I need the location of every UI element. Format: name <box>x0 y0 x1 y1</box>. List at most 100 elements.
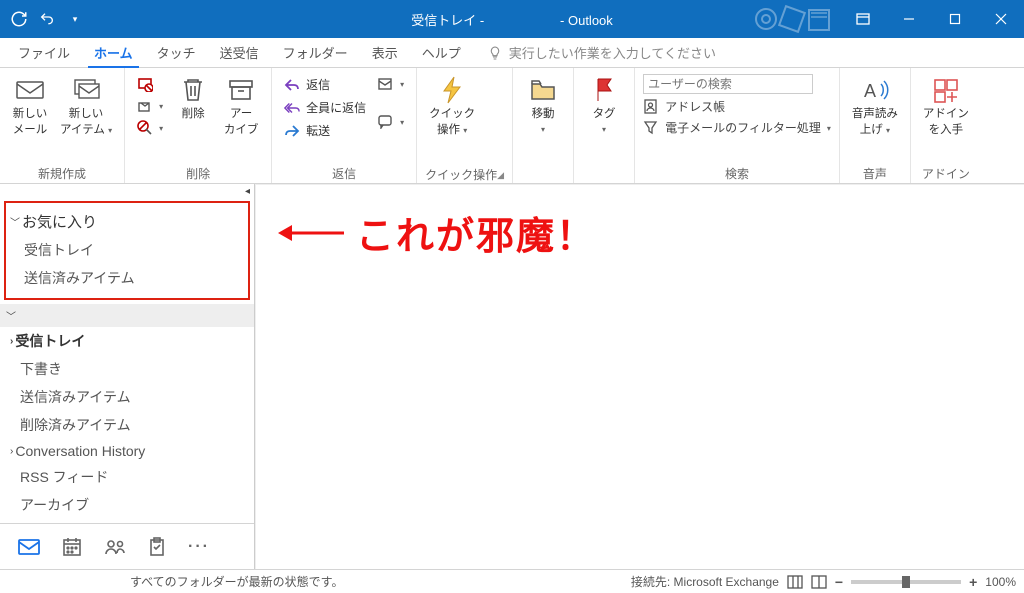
folder-rss[interactable]: RSS フィード <box>0 463 254 491</box>
folder-archive[interactable]: アーカイブ <box>0 491 254 519</box>
flag-icon <box>588 74 620 106</box>
addin-icon <box>930 74 962 106</box>
tab-folder[interactable]: フォルダー <box>271 38 360 67</box>
forward-icon <box>284 123 300 139</box>
ribbon: 新しい メール 新しい アイテム ▾ 新規作成 ▾ ▾ <box>0 68 1024 184</box>
move-icon <box>527 74 559 106</box>
view-normal-icon[interactable] <box>787 575 803 589</box>
title-decoration <box>754 0 834 38</box>
ribbon-group-speech-label: 音声 <box>848 163 902 183</box>
reply-all-button[interactable]: 全員に返信 <box>280 97 370 118</box>
junk-stack: ▾ ▾ <box>133 72 167 138</box>
nav-collapse-icon[interactable]: ◂ <box>0 184 254 197</box>
annotation-callout: これが邪魔！ <box>276 205 596 260</box>
ignore-button[interactable] <box>133 74 167 94</box>
reply-icon <box>284 77 300 93</box>
fav-item-sent[interactable]: 送信済みアイテム <box>8 264 248 292</box>
im-icon <box>378 114 394 130</box>
zoom-out-button[interactable]: − <box>835 574 843 590</box>
tab-touch[interactable]: タッチ <box>145 38 208 67</box>
addressbook-icon <box>643 99 659 115</box>
folder-inbox[interactable]: ›受信トレイ <box>0 327 254 355</box>
chevron-right-icon: › <box>10 336 13 347</box>
folder-deleted[interactable]: 削除済みアイテム <box>0 411 254 439</box>
cleanup-button[interactable]: ▾ <box>133 96 167 116</box>
nav-tasks-icon[interactable] <box>148 537 166 557</box>
tab-view[interactable]: 表示 <box>360 38 410 67</box>
archive-icon <box>225 74 257 106</box>
close-button[interactable] <box>978 0 1024 38</box>
favorites-header[interactable]: ﹀お気に入り <box>8 207 248 236</box>
ribbon-group-reply: 返信 全員に返信 転送 ▾ ▾ 返信 <box>272 68 417 183</box>
annotation-arrow-icon <box>276 220 346 246</box>
folder-sent[interactable]: 送信済みアイテム <box>0 383 254 411</box>
dialog-launcher-icon[interactable]: ◢ <box>497 170 504 181</box>
forward-button[interactable]: 転送 <box>280 120 370 141</box>
new-mail-button[interactable]: 新しい メール <box>8 72 52 138</box>
favorites-section: ﹀お気に入り 受信トレイ 送信済みアイテム <box>4 201 250 300</box>
ribbon-group-addin-label: アドイン <box>919 163 973 183</box>
zoom-percent[interactable]: 100% <box>985 575 1016 589</box>
undo-icon[interactable] <box>38 10 56 28</box>
chevron-right-icon: › <box>10 446 13 457</box>
menu-bar: ファイル ホーム タッチ 送受信 フォルダー 表示 ヘルプ 実行したい作業を入力… <box>0 38 1024 68</box>
minimize-button[interactable] <box>886 0 932 38</box>
sync-icon[interactable] <box>10 10 28 28</box>
status-message: すべてのフォルダーが最新の状態です。 <box>0 573 343 590</box>
lightning-icon <box>436 74 468 106</box>
maximize-button[interactable] <box>932 0 978 38</box>
tell-me-search[interactable]: 実行したい作業を入力してください <box>473 38 716 67</box>
account-header[interactable]: ﹀ <box>0 304 254 327</box>
nav-more-icon[interactable]: ··· <box>188 538 210 556</box>
status-bar: すべてのフォルダーが最新の状態です。 接続先: Microsoft Exchan… <box>0 569 1024 593</box>
read-aloud-button[interactable]: A 音声読み 上げ ▾ <box>848 72 902 138</box>
folder-drafts[interactable]: 下書き <box>0 355 254 383</box>
svg-text:A: A <box>864 81 876 101</box>
new-items-icon <box>70 74 102 106</box>
delete-button[interactable]: 削除 <box>171 72 215 122</box>
ignore-icon <box>137 76 153 92</box>
archive-button[interactable]: アー カイブ <box>219 72 263 138</box>
ribbon-options-icon[interactable] <box>840 0 886 38</box>
junk-button[interactable]: ▾ <box>133 118 167 138</box>
cleanup-icon <box>137 98 153 114</box>
nav-mail-icon[interactable] <box>18 538 40 556</box>
meeting-icon <box>378 76 394 92</box>
view-reading-icon[interactable] <box>811 575 827 589</box>
get-addins-button[interactable]: アドイン を入手 <box>919 72 973 138</box>
reading-pane: これが邪魔！ <box>255 184 1024 569</box>
new-item-button[interactable]: 新しい アイテム ▾ <box>56 72 116 138</box>
ribbon-group-new: 新しい メール 新しい アイテム ▾ 新規作成 <box>0 68 125 183</box>
user-search-input[interactable] <box>643 74 813 94</box>
meeting-button[interactable]: ▾ <box>374 74 408 94</box>
tags-button[interactable]: タグ ▾ <box>582 72 626 134</box>
move-button[interactable]: 移動 ▾ <box>521 72 565 134</box>
tab-file[interactable]: ファイル <box>6 38 82 67</box>
quick-steps-button[interactable]: クイック 操作 ▾ <box>425 72 479 138</box>
window-title: 受信トレイ - - Outlook <box>411 10 613 29</box>
nav-people-icon[interactable] <box>104 538 126 556</box>
ribbon-group-find: アドレス帳 電子メールのフィルター処理 ▾ 検索 <box>635 68 840 183</box>
tab-help[interactable]: ヘルプ <box>410 38 473 67</box>
tab-home[interactable]: ホーム <box>82 38 145 67</box>
ribbon-group-reply-label: 返信 <box>280 163 408 183</box>
ribbon-group-delete-label: 削除 <box>133 163 263 183</box>
reply-button[interactable]: 返信 <box>280 74 370 95</box>
ribbon-group-quick-label: クイック操作 <box>425 166 497 183</box>
title-bar: ▾ 受信トレイ - - Outlook <box>0 0 1024 38</box>
folder-conversation-history[interactable]: ›Conversation History <box>0 439 254 463</box>
ribbon-group-delete: ▾ ▾ 削除 アー カイブ 削除 <box>125 68 272 183</box>
fav-item-inbox[interactable]: 受信トレイ <box>8 236 248 264</box>
tab-sendrecv[interactable]: 送受信 <box>208 38 271 67</box>
address-book-button[interactable]: アドレス帳 <box>643 98 831 115</box>
qat-customize-icon[interactable]: ▾ <box>66 10 84 28</box>
chevron-down-icon: ﹀ <box>10 214 20 229</box>
ribbon-group-addin: アドイン を入手 アドイン <box>911 68 981 183</box>
nav-calendar-icon[interactable] <box>62 537 82 557</box>
zoom-in-button[interactable]: + <box>969 574 977 590</box>
more-reply-button[interactable]: ▾ <box>374 112 408 132</box>
envelope-icon <box>14 74 46 106</box>
zoom-slider[interactable] <box>851 580 961 584</box>
filter-button[interactable]: 電子メールのフィルター処理 ▾ <box>643 119 831 136</box>
nav-switcher: ··· <box>0 523 254 569</box>
